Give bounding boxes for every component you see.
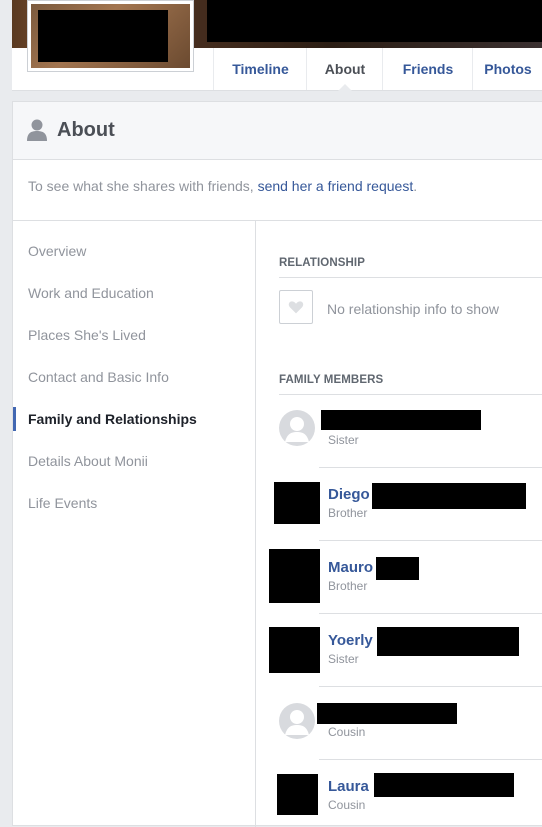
member-name-link[interactable]: Mauro — [328, 559, 373, 576]
member-name-link[interactable]: Yoerly — [328, 632, 373, 649]
sidebar-item-work-education[interactable]: Work and Education — [28, 285, 154, 301]
sidebar-item-contact-info[interactable]: Contact and Basic Info — [28, 369, 169, 385]
sidebar-item-life-events[interactable]: Life Events — [28, 495, 97, 511]
heart-icon — [288, 301, 304, 314]
member-avatar[interactable] — [269, 627, 320, 673]
divider — [319, 613, 542, 614]
page-title: About — [57, 119, 115, 141]
redacted-name — [321, 410, 481, 430]
redacted-name — [374, 773, 514, 797]
member-relation: Brother — [328, 506, 368, 520]
send-friend-request-link[interactable]: send her a friend request — [258, 178, 414, 194]
relationship-header: RELATIONSHIP — [279, 257, 542, 278]
member-name-link[interactable]: Diego — [328, 486, 370, 503]
redacted-name — [317, 703, 457, 724]
tab-photos[interactable]: Photos — [472, 48, 542, 90]
member-relation: Cousin — [328, 798, 366, 812]
notice-text: To see what she shares with friends, — [28, 178, 254, 194]
member-avatar[interactable] — [274, 482, 320, 524]
divider — [319, 540, 542, 541]
member-avatar[interactable] — [269, 549, 320, 603]
sidebar-item-overview[interactable]: Overview — [28, 243, 86, 259]
sidebar-item-details[interactable]: Details About Monii — [28, 453, 148, 469]
sidebar-item-family-relationships[interactable]: Family and Relationships — [28, 411, 197, 427]
redacted-name — [207, 0, 542, 42]
member-relation: Sister — [328, 433, 359, 447]
redacted-name — [377, 627, 519, 656]
notice-suffix: . — [413, 178, 418, 194]
member-relation: Sister — [328, 652, 359, 666]
member-name-link[interactable]: Laura — [328, 778, 369, 795]
profile-picture-frame[interactable] — [27, 0, 194, 72]
person-icon — [27, 119, 47, 141]
about-header: About — [13, 102, 542, 160]
tab-timeline[interactable]: Timeline — [213, 48, 307, 90]
heart-icon-box — [279, 290, 313, 324]
friend-request-notice: To see what she shares with friends, sen… — [28, 178, 417, 194]
redacted-name — [372, 483, 526, 509]
default-avatar-icon[interactable] — [279, 703, 315, 739]
divider — [319, 686, 542, 687]
redacted-profile-picture — [38, 10, 168, 62]
default-avatar-icon[interactable] — [279, 410, 315, 446]
member-relation: Cousin — [328, 725, 366, 739]
active-indicator — [13, 407, 16, 431]
sidebar-item-places-lived[interactable]: Places She's Lived — [28, 327, 146, 343]
tab-friends[interactable]: Friends — [382, 48, 473, 90]
divider — [319, 759, 542, 760]
member-avatar[interactable] — [277, 774, 318, 815]
no-relationship-text: No relationship info to show — [327, 301, 499, 317]
profile-picture — [31, 4, 190, 68]
member-relation: Brother — [328, 579, 368, 593]
about-card: About To see what she shares with friend… — [12, 101, 542, 827]
divider — [319, 467, 542, 468]
about-sidebar: Overview Work and Education Places She's… — [13, 221, 256, 827]
tab-about[interactable]: About — [306, 48, 383, 91]
redacted-name — [376, 557, 419, 580]
family-members-header: FAMILY MEMBERS — [279, 374, 542, 395]
